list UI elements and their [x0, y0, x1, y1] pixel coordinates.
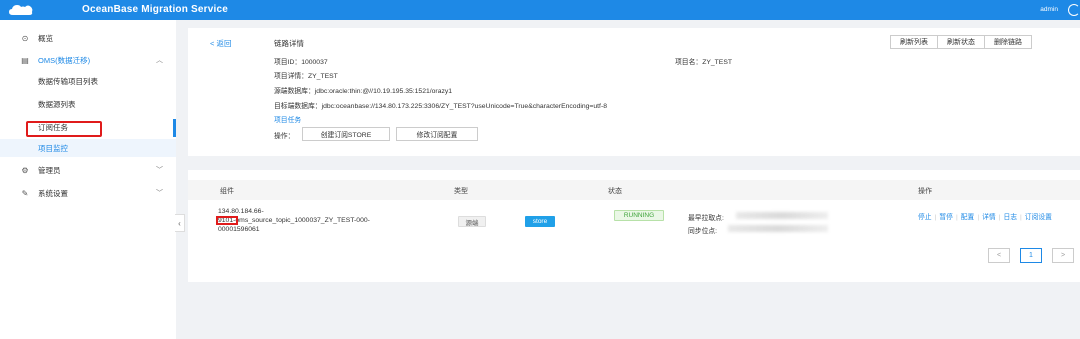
target-database: 目标端数据库：jdbc:oceanbase://134.80.173.225:3… [274, 103, 607, 110]
refresh-list-button[interactable]: 刷新列表 [890, 35, 938, 49]
page-1-button[interactable]: 1 [1020, 248, 1042, 263]
gear-icon: ⚙ [21, 165, 29, 175]
edit-subscription-button[interactable]: 修改订阅配置 [396, 127, 478, 141]
wrench-icon: ✎ [21, 188, 29, 198]
project-name: 项目名：ZY_TEST [675, 59, 733, 66]
project-detail: 项目详情：ZY_TEST [274, 73, 338, 80]
highlight-box [26, 121, 102, 137]
active-indicator [173, 119, 176, 137]
page-title: 链路详情 [274, 39, 304, 48]
sync-point-label: 同步位点: [688, 228, 718, 235]
component-link-line1[interactable]: 134.80.184.66- [218, 208, 264, 215]
table-header: 组件 类型 状态 操作 [188, 180, 1080, 200]
collapse-sidebar-button[interactable]: ‹ [175, 214, 185, 232]
status-badge: RUNNING [614, 210, 664, 221]
user-name[interactable]: admin [1040, 6, 1058, 13]
create-subscription-button[interactable]: 创建订阅STORE [302, 127, 390, 141]
sidebar-item-oms[interactable]: ▤ OMS(数据迁移) ︿ [0, 51, 176, 69]
sidebar-item-overview[interactable]: ⊙ 概览 [0, 29, 176, 47]
sidebar-item-datasource-list[interactable]: 数据源列表 [0, 95, 176, 113]
component-link-line3[interactable]: 00001596061 [218, 226, 260, 233]
back-link[interactable]: < 返回 [210, 38, 231, 49]
dashboard-icon: ⊙ [21, 33, 29, 43]
project-task-link[interactable]: 项目任务 [274, 114, 301, 124]
chevron-down-icon: ﹀ [156, 190, 163, 197]
next-page-button[interactable]: > [1052, 248, 1074, 263]
top-bar: OceanBase Migration Service admin [0, 0, 1080, 20]
sidebar-item-label: 项目监控 [38, 143, 68, 153]
subscription-settings-action[interactable]: 订阅设置 [1025, 214, 1052, 221]
database-icon: ▤ [21, 55, 29, 65]
sidebar-item-label: 概览 [38, 33, 53, 43]
column-component: 组件 [220, 188, 234, 195]
chevron-left-icon: ‹ [178, 218, 181, 228]
sidebar-item-label: OMS(数据迁移) [38, 55, 91, 65]
chevron-down-icon: ﹀ [156, 167, 163, 174]
sidebar-item-project-monitor[interactable]: 项目监控 [0, 139, 176, 157]
component-link-line2[interactable]: 9101-oms_source_topic_1000037_ZY_TEST-00… [218, 217, 370, 224]
sidebar: ⊙ 概览 ▤ OMS(数据迁移) ︿ 数据传输项目列表 数据源列表 订阅任务 项… [0, 20, 176, 339]
redacted-value [736, 212, 828, 219]
column-status: 状态 [608, 188, 622, 195]
column-type: 类型 [454, 188, 468, 195]
sidebar-item-label: 数据源列表 [38, 99, 76, 109]
row-actions: 停止 | 暂停 | 配置 | 详情 | 日志 | 订阅设置 [918, 214, 1052, 221]
refresh-status-button[interactable]: 刷新状态 [938, 35, 985, 49]
prev-page-button[interactable]: < [988, 248, 1010, 263]
store-badge[interactable]: store [525, 216, 555, 227]
redacted-value [728, 225, 828, 232]
delete-link-button[interactable]: 删除链路 [985, 35, 1032, 49]
power-icon[interactable] [1068, 4, 1080, 16]
sidebar-item-label: 管理员 [38, 165, 61, 175]
config-action[interactable]: 配置 [961, 214, 975, 221]
app-title: OceanBase Migration Service [82, 4, 229, 15]
source-database: 源端数据库：jdbc:oracle:thin:@//10.19.195.35:1… [274, 88, 453, 95]
earliest-pull-label: 最早拉取点: [688, 215, 724, 222]
type-badge: 源端 [458, 216, 486, 227]
detail-panel: < 返回 链路详情 刷新列表 刷新状态 删除链路 项目ID：1000037 项目… [188, 28, 1080, 156]
sidebar-item-settings[interactable]: ✎ 系统设置 ﹀ [0, 184, 176, 202]
components-panel: 组件 类型 状态 操作 134.80.184.66- 9101-oms_sour… [188, 170, 1080, 282]
stop-action[interactable]: 停止 [918, 214, 932, 221]
detail-action[interactable]: 详情 [982, 214, 996, 221]
sidebar-item-project-list[interactable]: 数据传输项目列表 [0, 72, 176, 90]
sidebar-item-label: 数据传输项目列表 [38, 76, 98, 86]
project-id: 项目ID：1000037 [274, 59, 328, 66]
sidebar-item-label: 系统设置 [38, 188, 68, 198]
highlight-box [216, 216, 238, 225]
sidebar-item-admin[interactable]: ⚙ 管理员 ﹀ [0, 161, 176, 179]
log-action[interactable]: 日志 [1003, 214, 1017, 221]
toolbar: 刷新列表 刷新状态 删除链路 [890, 35, 1032, 49]
column-actions: 操作 [918, 188, 932, 195]
pause-action[interactable]: 暂停 [939, 214, 953, 221]
chevron-up-icon: ︿ [156, 57, 163, 64]
operation-label: 操作： [274, 133, 295, 140]
cloud-logo-icon [9, 5, 33, 15]
